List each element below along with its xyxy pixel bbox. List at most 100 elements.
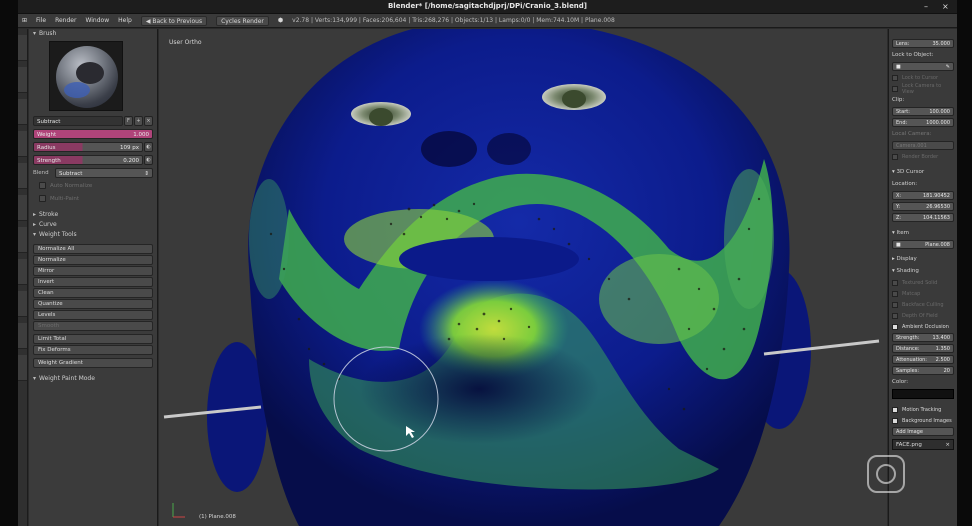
limit-total-button[interactable]: Limit Total	[33, 334, 153, 344]
weight-tools-panel-header[interactable]: ▾ Weight Tools	[29, 230, 157, 240]
close-icon[interactable]: ×	[945, 440, 950, 449]
textured-solid-checkbox[interactable]: Textured Solid	[892, 278, 954, 287]
tab-options[interactable]	[18, 67, 27, 93]
matcap-checkbox[interactable]: Matcap	[892, 289, 954, 298]
tab-create[interactable]	[18, 227, 27, 253]
menu-help[interactable]: Help	[118, 17, 132, 24]
ambient-occlusion-checkbox[interactable]: Ambient Occlusion	[892, 322, 954, 331]
blender-logo-icon: ⬢	[277, 17, 284, 24]
tab-slots[interactable]	[18, 99, 27, 125]
lock-camera-checkbox[interactable]: Lock Camera to View	[892, 83, 954, 95]
clip-end-field[interactable]: End: 1000.000	[892, 118, 954, 127]
ao-attenuation-field[interactable]: Attenuation: 2.500	[892, 355, 954, 364]
local-camera-label: Local Camera:	[892, 131, 932, 137]
tab-animation[interactable]	[18, 291, 27, 317]
scene-stats: v2.78 | Verts:134,999 | Faces:206,604 | …	[292, 17, 615, 24]
brush-name-field[interactable]: Subtract	[33, 115, 123, 126]
clean-button[interactable]: Clean	[33, 288, 153, 298]
menu-file[interactable]: File	[36, 17, 46, 24]
lock-object-field[interactable]: ■ ✎	[892, 62, 954, 71]
background-images-checkbox[interactable]: Background Images	[892, 416, 954, 425]
blend-label: Blend	[33, 169, 49, 176]
add-brush-button[interactable]: +	[134, 115, 143, 126]
cursor-z-field[interactable]: Z: 104.11563	[892, 213, 954, 222]
normalize-all-button[interactable]: Normalize All	[33, 244, 153, 254]
cursor-y-field[interactable]: Y: 26.96530	[892, 202, 954, 211]
weight-slider[interactable]: Weight 1.000	[33, 128, 153, 139]
levels-button[interactable]: Levels	[33, 310, 153, 320]
motion-tracking-checkbox[interactable]: Motion Tracking	[892, 405, 954, 414]
properties-panel: Lens: 35.000 Lock to Object: ■ ✎ Lock to C…	[888, 29, 957, 526]
radius-slider[interactable]: Radius 109 px	[33, 141, 143, 152]
window-title: Blender* [/home/sagitachdjprj/DPi/Cranio…	[387, 2, 588, 10]
toolshelf-tabs	[18, 29, 28, 526]
weight-gradient-button[interactable]: Weight Gradient	[33, 358, 153, 368]
auto-normalize-label: Auto Normalize	[50, 182, 93, 189]
ao-distance-field[interactable]: Distance: 1.350	[892, 344, 954, 353]
tab-shading[interactable]	[18, 259, 27, 285]
lock-to-cursor-checkbox[interactable]: Lock to Cursor	[892, 73, 954, 82]
item-header[interactable]: ▾ Item	[892, 229, 954, 238]
multi-paint-checkbox[interactable]	[39, 195, 46, 202]
menu-render[interactable]: Render	[55, 17, 76, 24]
render-border-checkbox[interactable]: Render Border	[892, 152, 954, 161]
remove-brush-button[interactable]: ×	[144, 115, 153, 126]
brush-panel-header[interactable]: ▾ Brush	[29, 29, 157, 39]
tab-relations[interactable]	[18, 195, 27, 221]
eyedropper-icon: ✎	[945, 64, 950, 70]
brush-preview[interactable]	[49, 41, 123, 111]
display-header[interactable]: ▸ Display	[892, 255, 954, 264]
lock-to-object-label: Lock to Object:	[892, 52, 934, 58]
tab-misc[interactable]	[18, 323, 27, 349]
editor-type-icon[interactable]: ⊞	[22, 17, 27, 24]
shading-header[interactable]: ▾ Shading	[892, 267, 954, 276]
expand-triangle-icon: ▸	[33, 211, 37, 218]
blend-dropdown[interactable]: Subtract ⇕	[55, 167, 153, 178]
toolshelf: ▾ Brush Subtract F + × Weight 1.000 Radius…	[29, 29, 158, 526]
chevron-down-icon: ⇕	[144, 170, 149, 177]
menu-window[interactable]: Window	[85, 17, 109, 24]
tab-physics[interactable]	[18, 163, 27, 189]
minimize-button[interactable]: –	[924, 2, 928, 11]
blender-window: Blender* [/home/sagitachdjprj/DPi/Cranio…	[18, 0, 957, 526]
curve-panel-header[interactable]: ▸ Curve	[29, 220, 157, 230]
3d-cursor-header[interactable]: ▾ 3D Cursor	[892, 168, 954, 177]
depth-of-field-checkbox[interactable]: Depth Of Field	[892, 311, 954, 320]
ao-color-swatch[interactable]	[892, 389, 954, 399]
view-label: User Ortho	[169, 39, 202, 46]
tab-edit[interactable]	[18, 355, 27, 381]
mirror-button[interactable]: Mirror	[33, 266, 153, 276]
3d-viewport[interactable]: User Ortho (1) Plane.008	[159, 29, 887, 526]
title-bar: Blender* [/home/sagitachdjprj/DPi/Cranio…	[18, 0, 957, 14]
ao-samples-field[interactable]: Samples: 20	[892, 366, 954, 375]
lens-field[interactable]: Lens: 35.000	[892, 39, 954, 48]
ao-strength-field[interactable]: Strength: 13.400	[892, 333, 954, 342]
tab-grease-pencil[interactable]	[18, 131, 27, 157]
tab-tools[interactable]	[18, 35, 27, 61]
cursor-x-field[interactable]: X: 181.90452	[892, 191, 954, 200]
quantize-button[interactable]: Quantize	[33, 299, 153, 309]
weight-paint-mesh	[159, 29, 887, 526]
clip-start-field[interactable]: Start: 100.000	[892, 107, 954, 116]
add-image-button[interactable]: Add Image	[892, 427, 954, 436]
local-camera-field[interactable]: Camera.001	[892, 141, 954, 150]
backface-culling-checkbox[interactable]: Backface Culling	[892, 300, 954, 309]
auto-normalize-checkbox[interactable]	[39, 182, 46, 189]
radius-pressure-icon[interactable]: ◐	[144, 141, 153, 152]
render-engine-select[interactable]: Cycles Render	[216, 15, 269, 26]
collapse-triangle-icon: ▾	[33, 30, 37, 37]
background-image-item[interactable]: FACE.png ×	[892, 439, 954, 450]
smooth-button[interactable]: Smooth	[33, 321, 153, 331]
strength-slider[interactable]: Strength 0.200	[33, 154, 143, 165]
stroke-panel-header[interactable]: ▸ Stroke	[29, 210, 157, 220]
strength-pressure-icon[interactable]: ◐	[144, 154, 153, 165]
fake-user-button[interactable]: F	[124, 115, 133, 126]
expand-triangle-icon: ▾	[33, 375, 37, 382]
color-label: Color:	[892, 379, 909, 385]
close-button[interactable]: ×	[942, 2, 949, 11]
back-to-previous-button[interactable]: ◀ Back to Previous	[140, 15, 208, 26]
fix-deforms-button[interactable]: Fix Deforms	[33, 345, 153, 355]
item-name-field[interactable]: ■ Plane.008	[892, 240, 954, 249]
normalize-button[interactable]: Normalize	[33, 255, 153, 265]
invert-button[interactable]: Invert	[33, 277, 153, 287]
